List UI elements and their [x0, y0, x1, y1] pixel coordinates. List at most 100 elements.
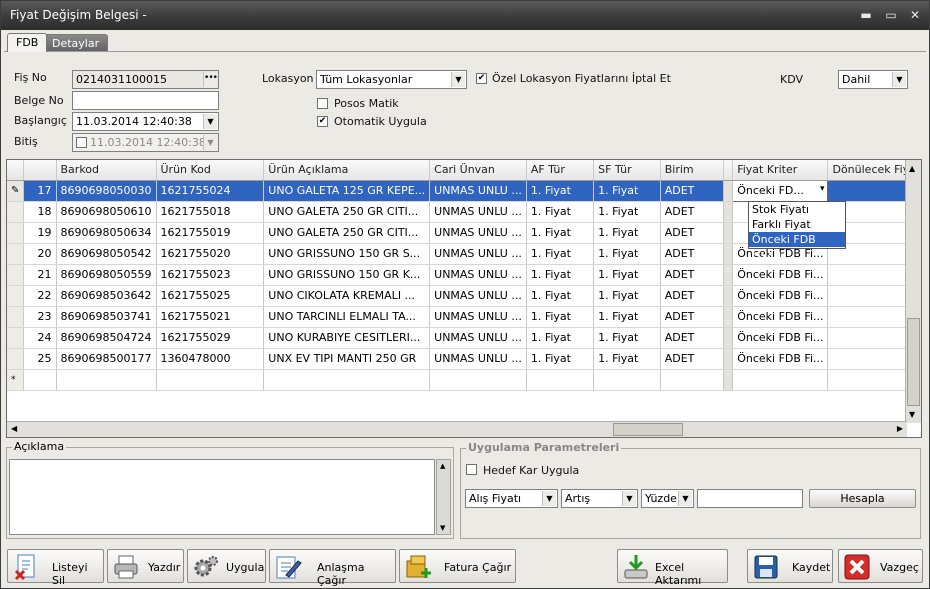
row-indicator[interactable]: ✎	[7, 180, 25, 202]
empty-cell[interactable]	[156, 369, 265, 391]
baslangic-date-field[interactable]: 11.03.2014 12:40:38 ▼	[72, 112, 219, 131]
row-number[interactable]: 23	[23, 306, 57, 328]
minimize-icon[interactable]: ▬	[858, 7, 874, 23]
barkod-cell[interactable]: 8690698503642	[56, 285, 157, 307]
cari-unvan-cell[interactable]: UNMAS UNLU ...	[429, 285, 527, 307]
urun-kod-cell[interactable]: 1621755020	[156, 243, 265, 265]
table-row[interactable]: 23 8690698503741 1621755021 UNO TARCINLI EL…	[7, 306, 921, 328]
dropdown-option-onceki-fdb-fiyati[interactable]: Önceki FDB Fiyatı	[749, 232, 845, 261]
fiyat-kriter-cell[interactable]: Önceki FDB Fi...	[732, 327, 829, 349]
fiyat-kriter-cell[interactable]: Önceki FDB Fi...	[732, 348, 829, 370]
urun-kod-cell[interactable]: 1621755018	[156, 201, 265, 223]
birim-cell[interactable]: ADET	[660, 348, 725, 370]
row-indicator[interactable]	[7, 201, 25, 223]
chevron-down-icon[interactable]: ▼	[622, 491, 636, 506]
empty-cell[interactable]	[263, 369, 431, 391]
listeyi-sil-button[interactable]: Listeyi Sil	[7, 549, 104, 587]
aciklama-cell[interactable]: UNO GRISSUNO 150 GR S...	[263, 243, 431, 265]
aciklama-cell[interactable]: UNO GALETA 125 GR KEPE...	[263, 180, 431, 202]
af-tur-cell[interactable]: 1. Fiyat	[526, 264, 595, 286]
uygula-button[interactable]: Uygula	[187, 549, 266, 583]
row-indicator[interactable]	[7, 243, 25, 265]
col-header-urun-aciklama[interactable]: Ürün Açıklama	[263, 160, 431, 181]
af-tur-cell[interactable]: 1. Fiyat	[526, 243, 595, 265]
af-tur-cell[interactable]: 1. Fiyat	[526, 180, 595, 202]
excel-aktarimi-button[interactable]: Excel Aktarımı	[617, 549, 728, 587]
yazdir-button[interactable]: Yazdır	[107, 549, 184, 583]
sf-tur-cell[interactable]: 1. Fiyat	[593, 180, 661, 202]
cari-unvan-cell[interactable]: UNMAS UNLU ...	[429, 201, 527, 223]
row-number[interactable]: 22	[23, 285, 57, 307]
table-row[interactable]: 24 8690698504724 1621755029 UNO KURABIYE CE…	[7, 327, 921, 349]
new-row[interactable]: *	[7, 369, 921, 391]
belge-no-field[interactable]	[72, 91, 219, 110]
aciklama-scrollbar[interactable]: ▲ ▼	[436, 459, 451, 535]
af-tur-cell[interactable]: 1. Fiyat	[526, 348, 595, 370]
barkod-cell[interactable]: 8690698050559	[56, 264, 157, 286]
vazgec-button[interactable]: Vazgeç	[838, 549, 923, 583]
barkod-cell[interactable]: 8690698500177	[56, 348, 157, 370]
kdv-select[interactable]: Dahil ▼	[838, 70, 908, 89]
sf-tur-cell[interactable]: 1. Fiyat	[593, 201, 661, 223]
scroll-right-icon[interactable]: ▶	[897, 424, 903, 433]
aciklama-cell[interactable]: UNO TARCINLI ELMALI TA...	[263, 306, 431, 328]
row-number[interactable]: 17	[23, 180, 57, 202]
sf-tur-cell[interactable]: 1. Fiyat	[593, 306, 661, 328]
horizontal-scroll-thumb[interactable]	[613, 423, 683, 436]
table-row[interactable]: 25 8690698500177 1360478000 UNX EV TIPI MAN…	[7, 348, 921, 370]
birim-cell[interactable]: ADET	[660, 222, 725, 244]
empty-cell[interactable]	[723, 369, 734, 391]
birim-cell[interactable]: ADET	[660, 264, 725, 286]
chevron-down-icon[interactable]: ▼	[678, 491, 692, 506]
col-header-barkod[interactable]: Barkod	[56, 160, 157, 181]
col-header-sf-tur[interactable]: SF Tür	[593, 160, 661, 181]
aciklama-cell[interactable]: UNO GRISSUNO 150 GR K...	[263, 264, 431, 286]
chevron-down-icon[interactable]: ▼	[892, 72, 906, 87]
aciklama-cell[interactable]: UNO CIKOLATA KREMALI ...	[263, 285, 431, 307]
birim-cell[interactable]: ADET	[660, 201, 725, 223]
fiyat-type-select[interactable]: Alış Fiyatı ▼	[465, 489, 558, 508]
fiyat-kriter-cell[interactable]: Önceki FDB Fi...	[732, 285, 829, 307]
empty-cell[interactable]	[526, 369, 595, 391]
empty-cell[interactable]	[56, 369, 157, 391]
bitis-date-field[interactable]: 11.03.2014 12:40:38 ▼	[72, 133, 219, 152]
barkod-cell[interactable]: 8690698050542	[56, 243, 157, 265]
col-header-cari-unvan[interactable]: Cari Ünvan	[429, 160, 527, 181]
row-indicator[interactable]	[7, 222, 25, 244]
urun-kod-cell[interactable]: 1621755024	[156, 180, 265, 202]
sf-tur-cell[interactable]: 1. Fiyat	[593, 327, 661, 349]
cari-unvan-cell[interactable]: UNMAS UNLU ...	[429, 222, 527, 244]
empty-cell[interactable]	[593, 369, 661, 391]
urun-kod-cell[interactable]: 1621755021	[156, 306, 265, 328]
row-indicator[interactable]	[7, 327, 25, 349]
birim-cell[interactable]: ADET	[660, 285, 725, 307]
urun-kod-cell[interactable]: 1621755025	[156, 285, 265, 307]
row-number[interactable]: 25	[23, 348, 57, 370]
chevron-down-icon[interactable]: ▼	[542, 491, 556, 506]
row-number[interactable]: 24	[23, 327, 57, 349]
cari-unvan-cell[interactable]: UNMAS UNLU ...	[429, 264, 527, 286]
posos-matik-checkbox[interactable]	[317, 98, 328, 109]
anlasma-cagir-button[interactable]: Anlaşma Çağır	[269, 549, 396, 587]
col-header-birim[interactable]: Birim	[660, 160, 725, 181]
scroll-down-icon[interactable]: ▼	[909, 410, 915, 419]
barkod-cell[interactable]: 8690698050610	[56, 201, 157, 223]
urun-kod-cell[interactable]: 1621755029	[156, 327, 265, 349]
table-row[interactable]: 21 8690698050559 1621755023 UNO GRISSUNO 15…	[7, 264, 921, 286]
urun-kod-cell[interactable]: 1621755023	[156, 264, 265, 286]
lokasyon-select[interactable]: Tüm Lokasyonlar ▼	[316, 70, 467, 89]
barkod-cell[interactable]: 8690698503741	[56, 306, 157, 328]
otomatik-uygula-checkbox[interactable]: ✔	[317, 116, 328, 127]
af-tur-cell[interactable]: 1. Fiyat	[526, 285, 595, 307]
vertical-scrollbar[interactable]: ▲ ▼	[905, 160, 921, 423]
aciklama-cell[interactable]: UNO KURABIYE CESITLERI...	[263, 327, 431, 349]
row-indicator[interactable]	[7, 348, 25, 370]
fis-no-field[interactable]: 0214031100015 •••	[72, 70, 219, 89]
row-indicator[interactable]	[7, 285, 25, 307]
ozel-lokasyon-checkbox[interactable]: ✔	[476, 73, 487, 84]
row-number[interactable]: 21	[23, 264, 57, 286]
birim-cell[interactable]: ADET	[660, 306, 725, 328]
kaydet-button[interactable]: Kaydet	[747, 549, 833, 583]
scroll-left-icon[interactable]: ◀	[11, 424, 17, 433]
close-icon[interactable]: ✕	[907, 7, 923, 23]
